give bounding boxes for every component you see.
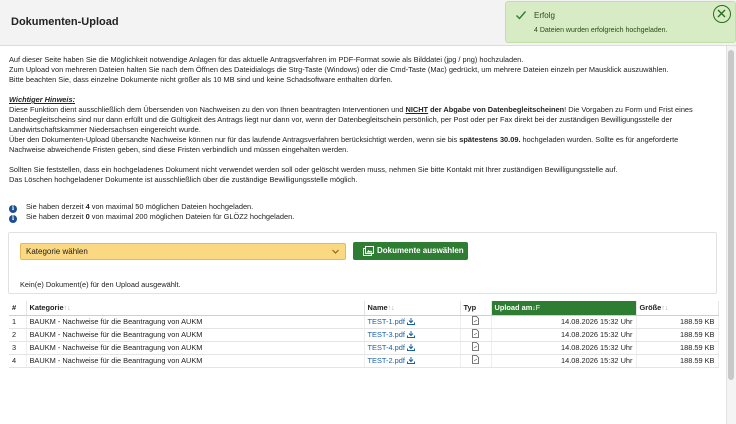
table-row: 3 BAUKM - Nachweise für die Beantragung … [9,341,719,355]
hint-line: Nachweise abweichende Fristen geben, sin… [9,145,349,154]
row-upload-date: 14.08.2026 15:32 Uhr [491,315,637,329]
empty-selection-message: Kein(e) Dokument(e) für den Upload ausge… [20,280,181,289]
row-type [460,341,492,355]
info-row: i Sie haben derzeit 0 von maximal 200 mög… [9,212,294,223]
hint-heading: Wichtiger Hinweis: [9,95,76,104]
info-icon: i [9,215,17,223]
row-category: BAUKM - Nachweise für die Beantragung vo… [26,341,365,355]
page-title: Dokumenten-Upload [11,16,119,28]
file-link[interactable]: TEST-2.pdf [368,356,405,365]
download-icon[interactable] [406,344,415,351]
chevron-down-icon [332,249,339,254]
uploaded-files-table: # Kategorie↑↓ Name↑↓ Typ Upload am↓F Grö… [9,301,719,368]
table-header-row: # Kategorie↑↓ Name↑↓ Typ Upload am↓F Grö… [9,301,719,316]
table-row: 4 BAUKM - Nachweise für die Beantragung … [9,354,719,368]
column-header-category[interactable]: Kategorie↑↓ [26,301,365,316]
pdf-file-icon [472,355,479,364]
sort-icon: ↑↓ [387,305,395,313]
row-name: TEST-1.pdf [364,315,461,329]
category-select-value: Kategorie wählen [26,247,88,256]
file-link[interactable]: TEST-1.pdf [368,317,405,326]
download-icon[interactable] [406,357,415,364]
row-num: 4 [9,354,27,368]
hint-line: Über den Dokumenten-Upload übersandte Na… [9,135,679,144]
row-category: BAUKM - Nachweise für die Beantragung vo… [26,315,365,329]
success-toast: Erfolg 4 Dateien wurden erfolgreich hoch… [505,1,736,43]
row-upload-date: 14.08.2026 15:32 Uhr [491,341,637,355]
pdf-file-icon [472,342,479,351]
category-select[interactable]: Kategorie wählen [20,243,346,260]
row-name: TEST-4.pdf [364,341,461,355]
row-type [460,328,492,342]
column-header-num: # [9,301,27,316]
hint-line: Diese Funktion dient ausschließlich dem … [9,105,693,114]
row-name: TEST-2.pdf [364,354,461,368]
row-upload-date: 14.08.2026 15:32 Uhr [491,328,637,342]
checkmark-icon [516,11,527,20]
sort-icon: ↑↓ [661,305,669,313]
table-row: 1 BAUKM - Nachweise für die Beantragung … [9,315,719,329]
intro-line: Bitte beachten Sie, dass einzelne Dokume… [9,75,393,84]
toast-close-button[interactable] [713,5,731,23]
intro-line: Auf dieser Seite haben Sie die Möglichke… [9,55,524,64]
file-link[interactable]: TEST-3.pdf [368,330,405,339]
note-line: Das Löschen hochgeladener Dokumente ist … [9,175,358,184]
column-header-size[interactable]: Größe↑↓ [636,301,719,316]
hint-line: Datenbegleitscheins sind nur dann erfüll… [9,115,673,124]
row-num: 3 [9,341,27,355]
download-icon[interactable] [406,318,415,325]
row-num: 2 [9,328,27,342]
choose-documents-button[interactable]: Dokumente auswählen [353,242,468,260]
row-type [460,315,492,329]
row-size: 188.59 KB [636,328,719,342]
row-category: BAUKM - Nachweise für die Beantragung vo… [26,354,365,368]
row-type [460,354,492,368]
pdf-file-icon [472,329,479,338]
sort-icon: ↑↓ [63,305,71,313]
hint-line: Landwirtschaftskammer Niedersachsen eing… [9,125,201,134]
row-name: TEST-3.pdf [364,328,461,342]
toast-message: 4 Dateien wurden erfolgreich hochgeladen… [534,27,668,34]
row-size: 188.59 KB [636,315,719,329]
upload-panel: Kategorie wählen Dokumente auswählen Kei… [8,232,717,294]
note-line: Sollten Sie feststellen, dass ein hochge… [9,165,618,174]
close-icon [717,9,726,18]
file-link[interactable]: TEST-4.pdf [368,343,405,352]
row-category: BAUKM - Nachweise für die Beantragung vo… [26,328,365,342]
toast-title: Erfolg [534,11,555,20]
column-header-upload-date[interactable]: Upload am↓F [491,301,637,316]
sort-desc-icon: ↓F [532,305,541,313]
pdf-file-icon [472,316,479,325]
download-icon[interactable] [406,331,415,338]
column-header-type: Typ [460,301,492,316]
row-num: 1 [9,315,27,329]
row-upload-date: 14.08.2026 15:32 Uhr [491,354,637,368]
row-size: 188.59 KB [636,354,719,368]
images-icon [363,246,374,256]
table-row: 2 BAUKM - Nachweise für die Beantragung … [9,328,719,342]
column-header-name[interactable]: Name↑↓ [364,301,461,316]
row-size: 188.59 KB [636,341,719,355]
intro-line: Zum Upload von mehreren Dateien halten S… [9,65,669,74]
scrollbar-thumb[interactable] [728,50,734,380]
choose-documents-label: Dokumente auswählen [377,246,464,255]
